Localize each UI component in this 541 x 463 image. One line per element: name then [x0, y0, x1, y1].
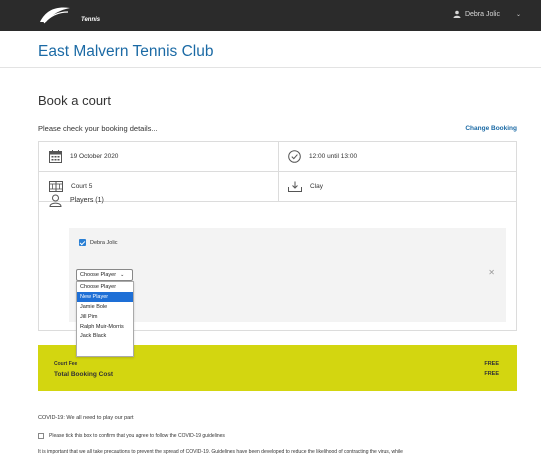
chevron-down-icon: ⌄ [515, 11, 521, 18]
tennis-logo-swoosh-icon [40, 7, 70, 24]
court-name: Court 5 [71, 183, 93, 190]
change-booking-link[interactable]: Change Booking [465, 125, 517, 132]
choose-player-select[interactable]: Choose Player ⌄ [76, 269, 133, 281]
top-bar: Tennis Debra Jolic ⌄ [0, 0, 541, 31]
chevron-down-icon: ⌄ [120, 272, 125, 278]
dropdown-option[interactable]: Jill Pim [77, 312, 133, 322]
clock-icon [288, 150, 301, 163]
date-time-row: 19 October 2020 12:00 until 13:00 [39, 142, 516, 172]
player-name: Debra Jolic [90, 239, 118, 246]
close-icon[interactable]: ✕ [488, 268, 495, 277]
select-value: Choose Player [80, 272, 117, 278]
person-icon [49, 194, 62, 207]
club-title[interactable]: East Malvern Tennis Club [38, 43, 213, 61]
covid-body-text: It is important that we all take precaut… [38, 449, 403, 455]
time-cell: 12:00 until 13:00 [288, 142, 357, 171]
column-divider [278, 172, 279, 201]
tennis-logo[interactable]: Tennis [38, 4, 100, 26]
total-cost-label: Total Booking Cost [54, 371, 114, 378]
court-surface: Clay [310, 183, 324, 190]
dropdown-option[interactable]: Jack Black [77, 331, 133, 341]
dropdown-option[interactable]: Ralph Muir-Morris [77, 322, 133, 332]
covid-agree-label: Please tick this box to confirm that you… [49, 433, 225, 439]
user-icon [453, 10, 461, 18]
surface-tray-icon [288, 181, 302, 192]
player-checkbox[interactable] [79, 239, 86, 246]
dropdown-option-highlighted[interactable]: New Player [77, 291, 133, 302]
player-dropdown-list: Choose Player New Player Jamie Bole Jill… [76, 281, 134, 357]
surface-cell: Clay [288, 172, 323, 201]
dropdown-option[interactable]: Jamie Bole [77, 302, 133, 312]
players-panel: Debra Jolic Choose Player ⌄ ✕ [69, 228, 506, 322]
players-label: Players (1) [70, 197, 104, 204]
booking-date: 19 October 2020 [70, 153, 119, 160]
court-surface-row: Court 5 Clay [39, 172, 516, 202]
players-heading: Players (1) [49, 194, 104, 207]
court-fee-label: Court Fee [54, 361, 78, 367]
court-fee-value: FREE [484, 361, 499, 367]
user-menu[interactable]: Debra Jolic ⌄ [453, 10, 521, 18]
calendar-icon [49, 150, 62, 163]
divider [0, 67, 541, 68]
page-title: Book a court [38, 93, 111, 108]
date-cell: 19 October 2020 [49, 142, 118, 171]
covid-agree-checkbox[interactable] [38, 433, 44, 439]
column-divider [278, 142, 279, 171]
logo-text: Tennis [81, 17, 101, 23]
player-checkbox-row[interactable]: Debra Jolic [79, 239, 118, 246]
booking-time: 12:00 until 13:00 [309, 153, 358, 160]
user-name: Debra Jolic [464, 10, 500, 18]
covid-agree-row[interactable]: Please tick this box to confirm that you… [38, 433, 225, 439]
court-grid-icon [49, 181, 63, 192]
dropdown-option[interactable]: Choose Player [77, 282, 133, 292]
booking-intro: Please check your booking details... [38, 124, 158, 133]
total-cost-value: FREE [484, 371, 499, 377]
covid-heading: COVID-19: We all need to play our part [38, 415, 134, 421]
